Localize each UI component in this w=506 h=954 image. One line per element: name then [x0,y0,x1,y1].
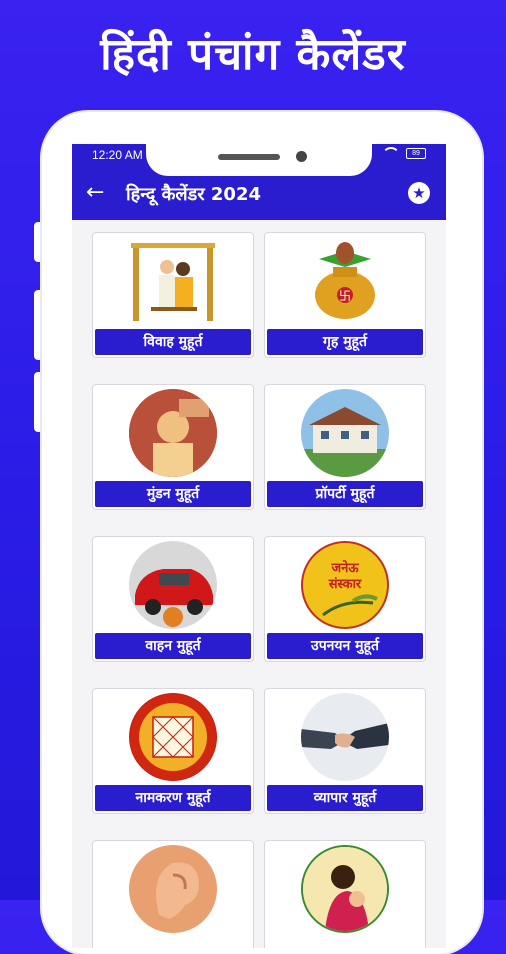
svg-text:卐: 卐 [339,289,351,303]
phone-frame: 12:20 AM 89 ← हिन्दू कैलेंडर 2024 ★ विवा… [42,112,482,954]
card-griha-muhurat[interactable]: 卐 गृह मुहूर्त [264,232,426,358]
wedding-swing-icon [127,237,219,325]
mother-child-icon [301,845,389,933]
child-haircut-icon [129,389,217,477]
card-mundan-muhurat[interactable]: मुंडन मुहूर्त [92,384,254,510]
promo-title: हिंदी पंचांग कैलेंडर [100,29,406,80]
card-label: उपनयन मुहूर्त [267,633,423,659]
muhurat-grid: विवाह मुहूर्त 卐 गृह मुहूर्त मुंडन मुहूर्… [92,232,428,948]
handshake-icon [301,693,389,781]
speaker-icon [218,154,280,160]
zodiac-chart-icon [129,693,217,781]
phone-side-button [34,372,42,432]
app-title: हिन्दू कैलेंडर 2024 [126,184,261,205]
battery-icon: 89 [406,147,426,159]
card-mother-child[interactable] [264,840,426,948]
phone-notch [146,144,372,176]
ear-icon [129,845,217,933]
phone-side-button [34,222,42,262]
kalash-icon: 卐 [299,237,391,325]
card-upanayan-muhurat[interactable]: जनेऊ संस्कार उपनयन मुहूर्त [264,536,426,662]
car-icon [129,541,217,629]
house-icon [301,389,389,477]
card-label: प्रॉपर्टी मुहूर्त [267,481,423,507]
phone-side-button [34,290,42,360]
card-namkaran-muhurat[interactable]: नामकरण मुहूर्त [92,688,254,814]
star-icon[interactable]: ★ [408,182,430,204]
card-vahan-muhurat[interactable]: वाहन मुहूर्त [92,536,254,662]
card-label: नामकरण मुहूर्त [95,785,251,811]
card-vyapar-muhurat[interactable]: व्यापार मुहूर्त [264,688,426,814]
status-time: 12:20 AM [92,148,143,162]
app-screen: 12:20 AM 89 ← हिन्दू कैलेंडर 2024 ★ विवा… [72,144,446,948]
card-label: गृह मुहूर्त [267,329,423,355]
card-ear[interactable] [92,840,254,948]
card-property-muhurat[interactable]: प्रॉपर्टी मुहूर्त [264,384,426,510]
camera-icon [296,151,307,162]
arrow-left-icon[interactable]: ← [86,180,104,205]
card-label: विवाह मुहूर्त [95,329,251,355]
janeu-sanskar-icon: जनेऊ संस्कार [301,541,389,629]
card-label: व्यापार मुहूर्त [267,785,423,811]
card-label: मुंडन मुहूर्त [95,481,251,507]
wifi-icon [382,147,400,159]
card-vivah-muhurat[interactable]: विवाह मुहूर्त [92,232,254,358]
card-label: वाहन मुहूर्त [95,633,251,659]
